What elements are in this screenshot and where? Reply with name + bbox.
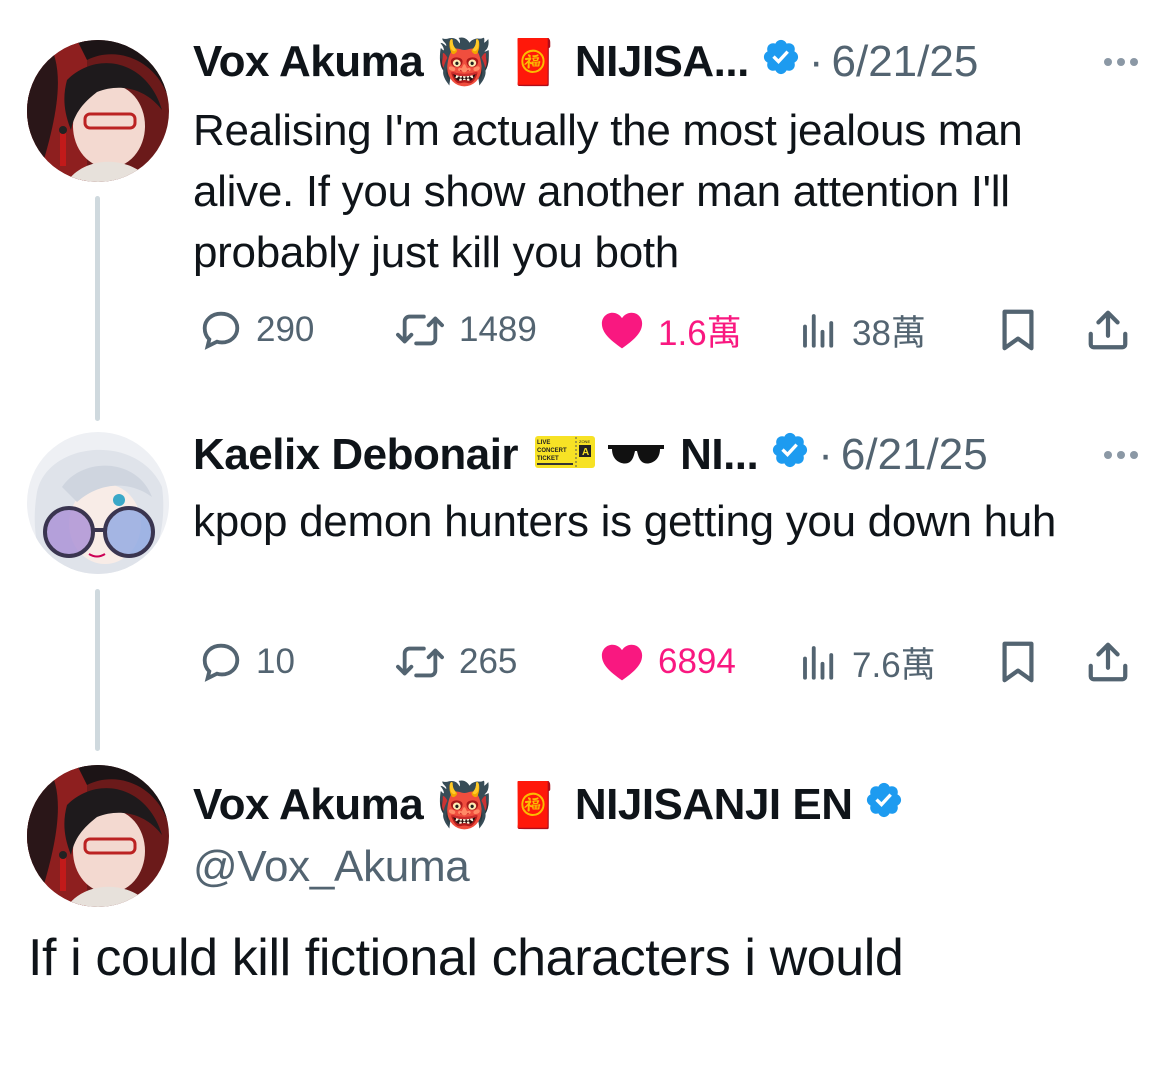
- ogre-emoji: 👹: [437, 781, 493, 830]
- tweet-header: Vox Akuma 👹 🧧 NIJISANJI EN: [193, 775, 904, 835]
- affiliation[interactable]: NIJISA...: [575, 37, 750, 87]
- affiliation[interactable]: NI...: [680, 430, 759, 480]
- bookmark-icon: [1002, 641, 1034, 683]
- thread-line: [95, 589, 100, 751]
- like-count: 6894: [658, 642, 736, 681]
- bookmark-icon: [1002, 309, 1034, 351]
- verified-icon[interactable]: [864, 780, 904, 831]
- avatar[interactable]: [27, 765, 169, 907]
- retweet-icon: [396, 646, 444, 678]
- views-count: 7.6萬: [852, 645, 936, 685]
- tweet-header: Kaelix Debonair LIVE CONCERT TICKET ZONE…: [193, 425, 988, 485]
- tweet-header: Vox Akuma 👹 🧧 NIJISA... · 6/21/25: [193, 32, 978, 92]
- svg-text:ZONE: ZONE: [579, 439, 590, 444]
- display-name[interactable]: Kaelix Debonair: [193, 430, 519, 480]
- heart-icon: [601, 644, 643, 681]
- reply-button[interactable]: 290: [198, 305, 314, 355]
- tweet-actions: 10 265 6894 7.6萬: [193, 637, 1138, 687]
- reply-count: 290: [256, 310, 315, 349]
- views-icon: [803, 314, 834, 348]
- share-icon: [1088, 642, 1128, 682]
- like-button[interactable]: 1.6萬: [598, 305, 742, 355]
- views-button[interactable]: 38萬: [798, 305, 926, 355]
- views-icon: [803, 646, 834, 680]
- share-button[interactable]: [1085, 305, 1143, 355]
- ticket-emoji: LIVE CONCERT TICKET ZONE A: [534, 430, 596, 480]
- thread-line: [95, 196, 100, 421]
- separator-dot: ·: [808, 37, 824, 86]
- reply-icon: [202, 643, 240, 682]
- svg-text:CONCERT: CONCERT: [537, 448, 567, 454]
- heart-icon: [601, 312, 643, 349]
- more-icon[interactable]: [1104, 58, 1138, 66]
- verified-icon[interactable]: [770, 430, 810, 481]
- svg-text:A: A: [582, 447, 589, 458]
- share-button[interactable]: [1085, 637, 1143, 687]
- reply-icon: [202, 311, 240, 350]
- more-icon[interactable]: [1104, 451, 1138, 459]
- bookmark-button[interactable]: [998, 305, 1050, 355]
- display-name[interactable]: Vox Akuma: [193, 780, 424, 830]
- verified-icon[interactable]: [761, 37, 801, 88]
- svg-text:TICKET: TICKET: [537, 456, 559, 462]
- tweet-text: kpop demon hunters is getting you down h…: [193, 497, 1057, 546]
- retweet-icon: [396, 314, 444, 346]
- tweet-actions: 290 1489 1.6萬 38萬: [193, 305, 1138, 355]
- tweet-date[interactable]: 6/21/25: [832, 37, 979, 87]
- avatar[interactable]: [27, 432, 169, 574]
- svg-text:LIVE: LIVE: [537, 440, 550, 446]
- sunglasses-icon: [606, 430, 666, 480]
- separator-dot: ·: [818, 430, 833, 479]
- affiliation[interactable]: NIJISANJI EN: [575, 780, 853, 830]
- retweet-count: 1489: [459, 310, 537, 349]
- reply-count: 10: [256, 642, 295, 681]
- red-envelope-emoji: 🧧: [506, 781, 561, 830]
- display-name[interactable]: Vox Akuma: [193, 37, 424, 87]
- ogre-emoji: 👹: [437, 38, 493, 87]
- retweet-button[interactable]: 265: [393, 637, 517, 687]
- avatar[interactable]: [27, 40, 169, 182]
- reply-button[interactable]: 10: [198, 637, 295, 687]
- views-button[interactable]: 7.6萬: [798, 637, 936, 687]
- views-count: 38萬: [852, 313, 926, 353]
- share-icon: [1088, 310, 1128, 350]
- like-button[interactable]: 6894: [598, 637, 736, 687]
- user-handle[interactable]: @Vox_Akuma: [193, 842, 470, 892]
- bookmark-button[interactable]: [998, 637, 1050, 687]
- tweet-date[interactable]: 6/21/25: [841, 430, 988, 480]
- retweet-count: 265: [459, 642, 518, 681]
- tweet-text: Realising I'm actually the most jealous …: [193, 106, 1023, 277]
- like-count: 1.6萬: [658, 313, 742, 353]
- tweet-text: If i could kill fictional characters i w…: [28, 929, 904, 987]
- red-envelope-emoji: 🧧: [506, 38, 561, 87]
- retweet-button[interactable]: 1489: [393, 305, 537, 355]
